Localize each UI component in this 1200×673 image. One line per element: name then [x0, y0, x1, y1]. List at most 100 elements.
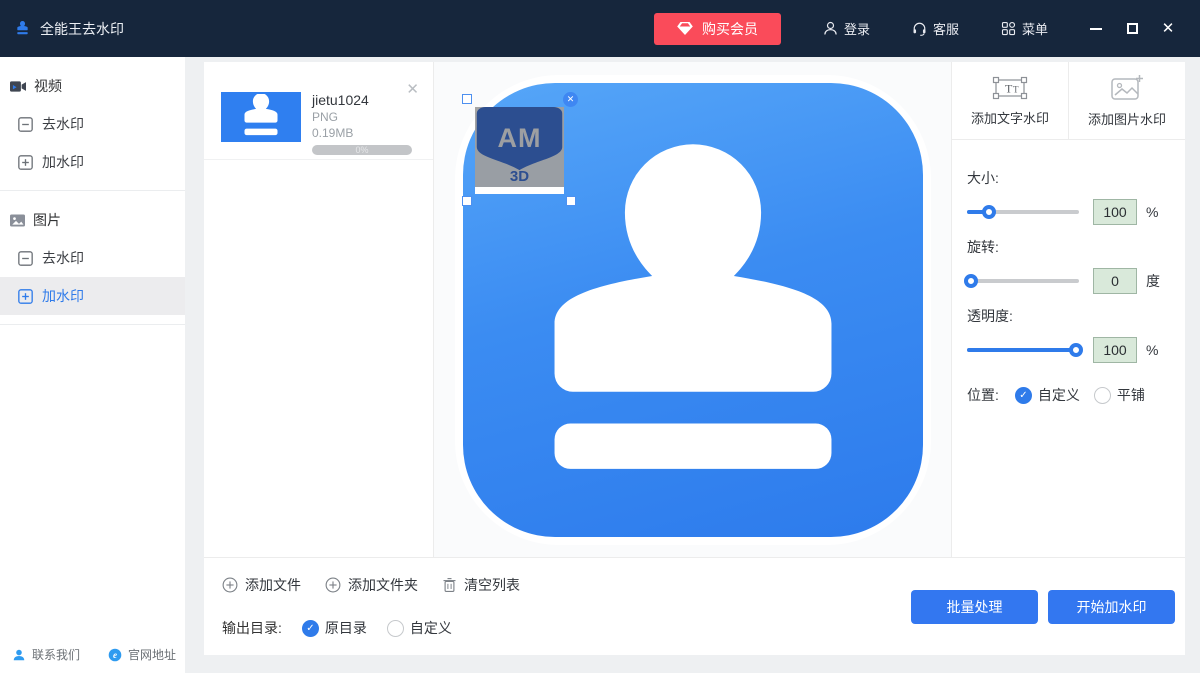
- contact-us-label: 联系我们: [32, 646, 80, 663]
- video-camera-icon: [10, 80, 26, 93]
- watermark-text-line2: 3D: [475, 168, 564, 185]
- size-slider[interactable]: [967, 204, 1079, 220]
- main-area: jietu1024 PNG 0.19MB 0% ✕: [185, 57, 1200, 673]
- website-label: 官网地址: [128, 646, 176, 663]
- maximize-button[interactable]: [1114, 14, 1150, 44]
- rotate-unit: 度: [1146, 271, 1162, 291]
- radio-checked-icon: ✓: [1015, 387, 1032, 404]
- add-image-watermark-label: 添加图片水印: [1088, 109, 1166, 128]
- add-folder-button[interactable]: 添加文件夹: [325, 575, 418, 595]
- bottom-bar: 添加文件 添加文件夹: [204, 558, 1185, 655]
- output-option-custom[interactable]: 自定义: [387, 618, 452, 638]
- watermark-image[interactable]: AM 3D: [475, 107, 564, 194]
- file-name: jietu1024: [312, 92, 419, 109]
- sidebar-item-video-remove-watermark[interactable]: 去水印: [0, 105, 185, 143]
- minus-square-icon: [18, 251, 33, 266]
- add-text-watermark-label: 添加文字水印: [971, 108, 1049, 127]
- size-unit: %: [1146, 204, 1162, 220]
- opacity-value-input[interactable]: 100: [1093, 337, 1137, 363]
- browser-e-icon: e: [108, 648, 122, 662]
- rotate-slider[interactable]: [967, 273, 1079, 289]
- rotate-slider-thumb[interactable]: [964, 274, 978, 288]
- preview-canvas: AM 3D ✕: [434, 62, 952, 558]
- image-watermark-icon: [1110, 74, 1144, 102]
- menu-label: 菜单: [1022, 19, 1048, 38]
- gem-icon: [677, 22, 693, 35]
- sidebar-item-video-add-watermark[interactable]: 加水印: [0, 143, 185, 181]
- position-option-label: 平铺: [1117, 385, 1145, 405]
- output-option-label: 原目录: [325, 618, 367, 638]
- svg-text:T: T: [1005, 81, 1013, 95]
- rotate-value-input[interactable]: 0: [1093, 268, 1137, 294]
- plus-square-icon: [18, 289, 33, 304]
- radio-checked-icon: ✓: [302, 620, 319, 637]
- rotate-label: 旋转:: [967, 237, 1171, 257]
- clear-list-label: 清空列表: [464, 575, 520, 595]
- position-option-custom[interactable]: ✓ 自定义: [1015, 385, 1080, 405]
- radio-unchecked-icon: [1094, 387, 1111, 404]
- output-option-original[interactable]: ✓ 原目录: [302, 618, 367, 638]
- picture-icon: [10, 214, 25, 227]
- sidebar-footer: 联系我们 e 官网地址: [12, 646, 177, 663]
- output-option-label: 自定义: [410, 618, 452, 638]
- opacity-unit: %: [1146, 342, 1162, 358]
- maximize-icon: [1127, 23, 1138, 34]
- sidebar-group-image[interactable]: 图片: [0, 201, 185, 239]
- watermark-overlay[interactable]: AM 3D ✕: [467, 99, 571, 201]
- contact-us-link[interactable]: 联系我们: [12, 646, 80, 663]
- minimize-button[interactable]: [1078, 14, 1114, 44]
- sidebar-item-image-add-watermark[interactable]: 加水印: [0, 277, 185, 315]
- svg-text:T: T: [1013, 84, 1019, 94]
- trash-icon: [442, 577, 457, 593]
- sidebar-item-label: 加水印: [42, 286, 84, 306]
- file-list-item[interactable]: jietu1024 PNG 0.19MB 0% ✕: [204, 62, 433, 160]
- customer-service-button[interactable]: 客服: [912, 19, 959, 38]
- app-brand: 全能王去水印: [14, 19, 124, 39]
- add-file-label: 添加文件: [245, 575, 301, 595]
- size-label: 大小:: [967, 168, 1171, 188]
- menu-button[interactable]: 菜单: [1001, 19, 1048, 38]
- resize-handle-bottom-left[interactable]: [462, 196, 472, 206]
- website-link[interactable]: e 官网地址: [108, 646, 176, 663]
- clear-list-button[interactable]: 清空列表: [442, 575, 520, 595]
- remove-file-icon[interactable]: ✕: [406, 82, 419, 97]
- add-text-watermark-button[interactable]: T T 添加文字水印: [952, 62, 1069, 139]
- sidebar-item-label: 去水印: [42, 114, 84, 134]
- size-slider-thumb[interactable]: [982, 205, 996, 219]
- circle-plus-icon: [222, 577, 238, 593]
- add-image-watermark-button[interactable]: 添加图片水印: [1069, 62, 1185, 139]
- file-progress-text: 0%: [312, 145, 412, 155]
- file-thumbnail: [221, 92, 301, 142]
- position-option-tile[interactable]: 平铺: [1094, 385, 1145, 405]
- login-button[interactable]: 登录: [823, 19, 870, 38]
- file-format: PNG: [312, 109, 419, 125]
- watermark-controls-panel: T T 添加文字水印: [952, 62, 1185, 558]
- sidebar-group-video[interactable]: 视频: [0, 67, 185, 105]
- thumbnail-stamp-icon: [229, 94, 293, 140]
- batch-process-button[interactable]: 批量处理: [911, 590, 1038, 624]
- sidebar-group-label: 图片: [33, 210, 61, 230]
- opacity-slider[interactable]: [967, 342, 1079, 358]
- sidebar-item-image-remove-watermark[interactable]: 去水印: [0, 239, 185, 277]
- contact-person-icon: [12, 648, 26, 662]
- login-label: 登录: [844, 19, 870, 38]
- delete-watermark-icon[interactable]: ✕: [563, 92, 578, 107]
- grid-menu-icon: [1001, 21, 1016, 36]
- start-watermark-button[interactable]: 开始加水印: [1048, 590, 1175, 624]
- position-option-label: 自定义: [1038, 385, 1080, 405]
- resize-handle-top-left[interactable]: [462, 94, 472, 104]
- resize-handle-bottom-right[interactable]: [566, 196, 576, 206]
- customer-service-label: 客服: [933, 19, 959, 38]
- buy-membership-button[interactable]: 购买会员: [654, 13, 781, 45]
- opacity-slider-thumb[interactable]: [1069, 343, 1083, 357]
- file-list-panel: jietu1024 PNG 0.19MB 0% ✕: [204, 62, 434, 558]
- file-progress-bar: 0%: [312, 145, 412, 155]
- add-file-button[interactable]: 添加文件: [222, 575, 301, 595]
- app-title: 全能王去水印: [40, 19, 124, 39]
- size-value-input[interactable]: 100: [1093, 199, 1137, 225]
- svg-text:e: e: [113, 650, 117, 660]
- close-button[interactable]: ✕: [1150, 14, 1186, 44]
- close-icon: ✕: [1162, 21, 1175, 36]
- circle-plus-icon: [325, 577, 341, 593]
- add-folder-label: 添加文件夹: [348, 575, 418, 595]
